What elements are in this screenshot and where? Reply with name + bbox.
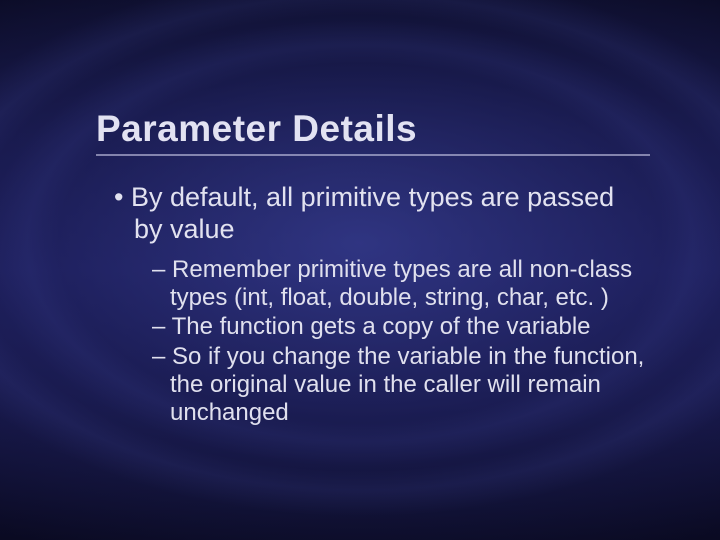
slide-title: Parameter Details — [96, 108, 650, 156]
bullet-level1: By default, all primitive types are pass… — [96, 182, 650, 246]
bullet-level2: Remember primitive types are all non-cla… — [152, 256, 650, 313]
bullet-level2: So if you change the variable in the fun… — [152, 343, 650, 428]
bullet-level2: The function gets a copy of the variable — [152, 313, 650, 341]
slide-body: By default, all primitive types are pass… — [96, 182, 650, 428]
bullet-sub-group: Remember primitive types are all non-cla… — [96, 256, 650, 428]
slide: Parameter Details By default, all primit… — [0, 0, 720, 540]
